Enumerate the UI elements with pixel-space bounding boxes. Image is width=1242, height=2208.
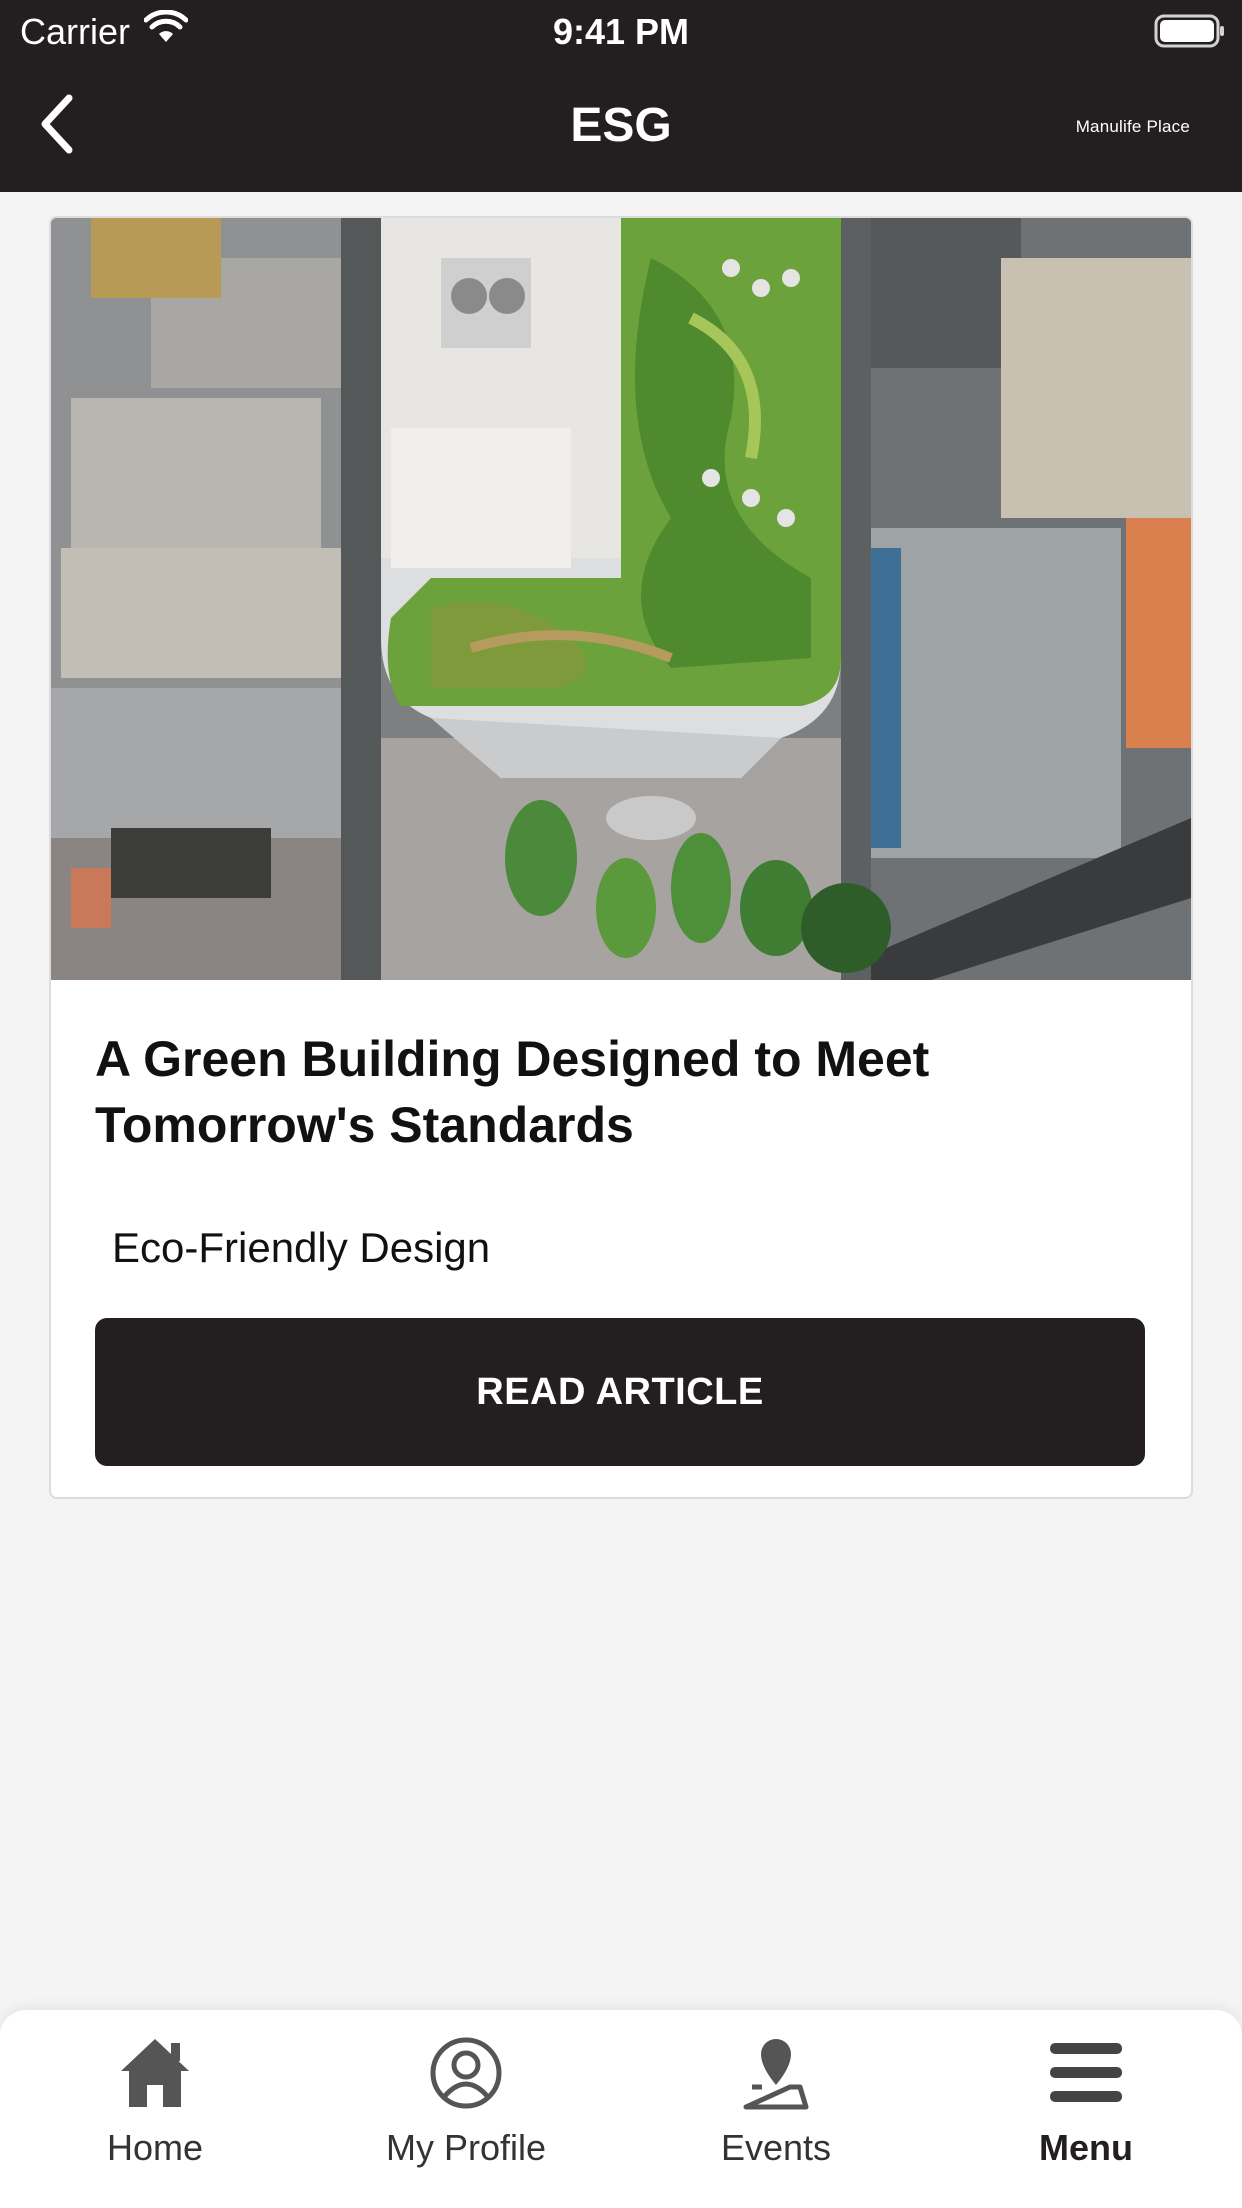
tab-home-label: Home <box>106 2127 204 2168</box>
chevron-left-icon <box>37 94 77 159</box>
tab-events-label: Events <box>720 2127 832 2168</box>
home-icon <box>112 2030 198 2116</box>
header-bar: Carrier 9:41 PM ESG Manulife Place <box>0 0 1242 192</box>
page-title: ESG <box>570 99 672 152</box>
article-card[interactable]: A Green Building Designed to Meet Tomorr… <box>49 216 1193 1499</box>
tab-my-profile-label: My Profile <box>385 2127 547 2168</box>
tab-menu-label: Menu <box>1039 2127 1133 2168</box>
article-category: Eco-Friendly Design <box>112 1224 491 1271</box>
tab-bar: Home My Profile Events Menu <box>0 2010 1242 2208</box>
status-time: 9:41 PM <box>552 11 690 52</box>
map-pin-icon <box>733 2030 819 2116</box>
battery-icon <box>1154 14 1226 48</box>
tab-my-profile[interactable]: My Profile <box>346 2030 586 2190</box>
hamburger-menu-icon <box>1043 2030 1129 2116</box>
tab-menu[interactable]: Menu <box>966 2030 1206 2190</box>
profile-icon <box>423 2030 509 2116</box>
tab-home[interactable]: Home <box>35 2030 275 2190</box>
read-article-button[interactable]: READ ARTICLE <box>95 1318 1145 1466</box>
back-button[interactable] <box>22 88 92 164</box>
screen: Carrier 9:41 PM ESG Manulife Place A Gre… <box>0 0 1242 2208</box>
article-title: A Green Building Designed to Meet Tomorr… <box>95 1031 930 1153</box>
brand-logo: Manulife Place <box>1075 117 1190 136</box>
article-image <box>51 218 1191 980</box>
tab-events[interactable]: Events <box>656 2030 896 2190</box>
